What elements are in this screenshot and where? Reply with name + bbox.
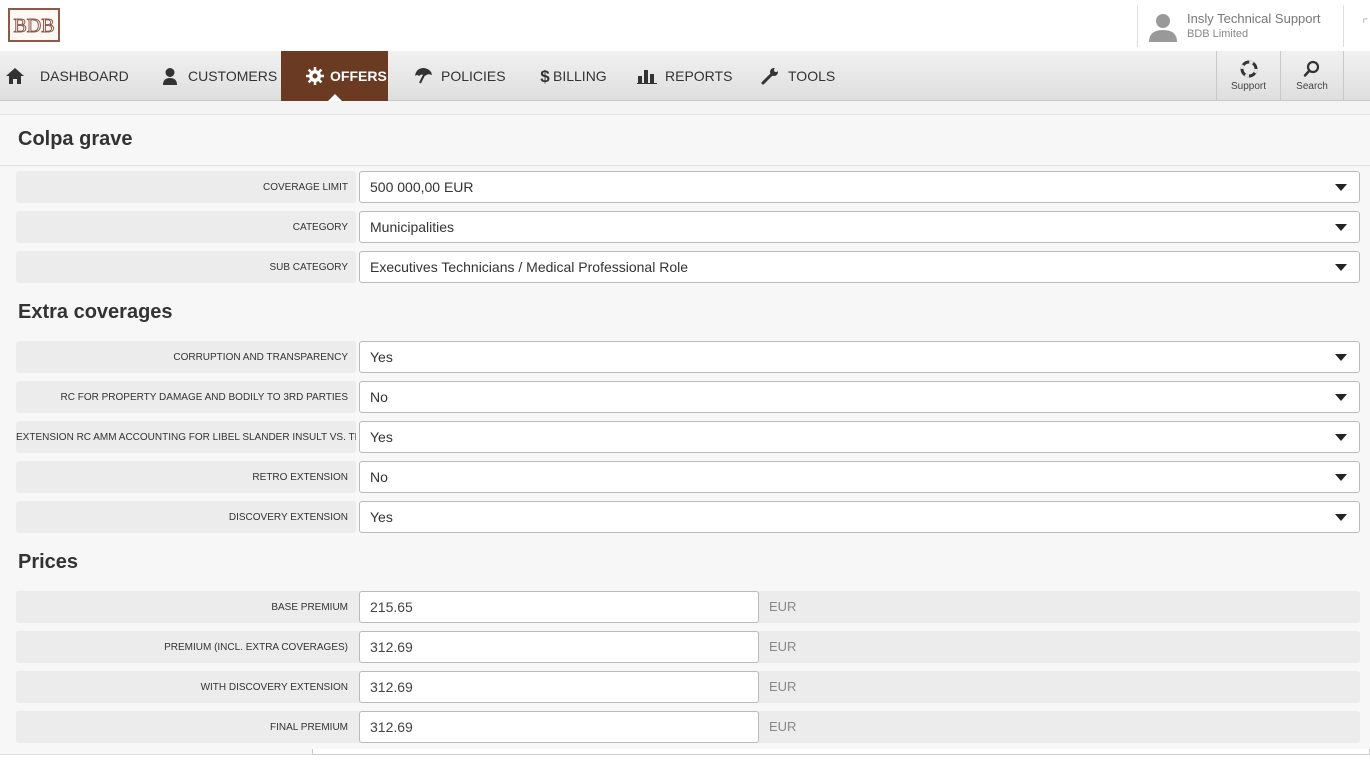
premium-incl-extra-input[interactable]: 312.69 <box>359 631 759 663</box>
nav-offers[interactable]: OFFERS <box>281 51 388 101</box>
corruption-transparency-select[interactable]: Yes <box>359 341 1360 373</box>
category-select[interactable]: Municipalities <box>359 211 1360 243</box>
nav-dashboard[interactable]: DASHBOARD <box>5 51 129 101</box>
search-icon <box>1303 60 1320 77</box>
active-caret <box>327 94 342 101</box>
lifebuoy-icon <box>1240 60 1257 78</box>
dropdown-arrow-icon <box>1335 184 1347 191</box>
section-title-prices: Prices <box>18 551 79 573</box>
currency-label: EUR <box>769 599 797 614</box>
nav-policies[interactable]: POLICIES <box>413 51 506 101</box>
user-company: BDB Limited <box>1187 28 1249 40</box>
dollar-icon: $ <box>540 66 550 86</box>
search-button[interactable]: Search <box>1280 51 1344 101</box>
user-name: Insly Technical Support <box>1187 11 1321 26</box>
bottom-strip <box>0 749 1370 770</box>
dropdown-arrow-icon <box>1335 224 1347 231</box>
support-button[interactable]: Support <box>1216 51 1280 101</box>
final-premium-input[interactable]: 312.69 <box>359 711 759 743</box>
nav-reports[interactable]: REPORTS <box>637 51 732 101</box>
dropdown-arrow-icon <box>1335 514 1347 521</box>
dropdown-arrow-icon <box>1335 354 1347 361</box>
gear-badge-icon <box>305 66 325 86</box>
discovery-extension-select[interactable]: Yes <box>359 501 1360 533</box>
dropdown-arrow-icon <box>1335 434 1347 441</box>
with-discovery-input[interactable]: 312.69 <box>359 671 759 703</box>
dropdown-arrow-icon <box>1335 394 1347 401</box>
wrench-icon <box>760 66 780 86</box>
company-logo[interactable]: BDB <box>8 8 60 42</box>
section-title-extra: Extra coverages <box>18 301 173 323</box>
dropdown-arrow-icon <box>1335 264 1347 271</box>
user-avatar-icon <box>1149 14 1177 42</box>
svg-text:$: $ <box>540 67 550 85</box>
nav-customers[interactable]: CUSTOMERS <box>160 51 277 101</box>
property-damage-select[interactable]: No <box>359 381 1360 413</box>
main-nav: DASHBOARD CUSTOMERS OFFERS POLICIES $ BI… <box>0 51 1370 101</box>
nav-billing[interactable]: $ BILLING <box>540 51 606 101</box>
svg-text:BDB: BDB <box>13 15 54 37</box>
top-bar: BDB Insly Technical Support BDB Limited … <box>0 0 1370 52</box>
libel-extension-select[interactable]: Yes <box>359 421 1360 453</box>
currency-label: EUR <box>769 679 797 694</box>
retro-extension-select[interactable]: No <box>359 461 1360 493</box>
user-menu[interactable]: Insly Technical Support BDB Limited <box>1137 5 1344 47</box>
offer-form: Colpa grave COVERAGE LIMIT 500 000,00 EU… <box>0 114 1370 754</box>
base-premium-input[interactable]: 215.65 <box>359 591 759 623</box>
currency-label: EUR <box>769 719 797 734</box>
currency-label: EUR <box>769 639 797 654</box>
sub-category-select[interactable]: Executives Technicians / Medical Profess… <box>359 251 1360 283</box>
bar-chart-icon <box>637 66 657 86</box>
dropdown-arrow-icon <box>1335 474 1347 481</box>
umbrella-icon <box>413 66 433 86</box>
person-icon <box>160 66 180 86</box>
section-title-main: Colpa grave <box>18 128 133 150</box>
home-icon <box>5 66 25 86</box>
nav-tools[interactable]: TOOLS <box>760 51 835 101</box>
coverage-limit-select[interactable]: 500 000,00 EUR <box>359 171 1360 203</box>
section-divider <box>0 165 1370 166</box>
overflow-edge-icon: ⌜ <box>1362 16 1369 32</box>
